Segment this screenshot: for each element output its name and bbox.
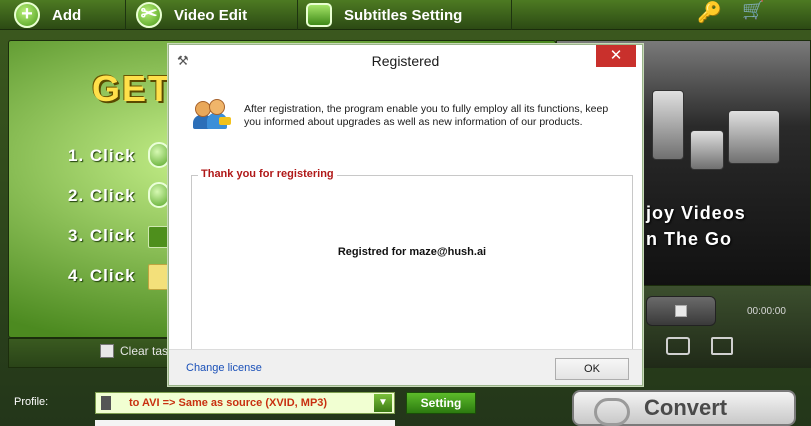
- output-field[interactable]: [95, 420, 395, 426]
- enjoy-line-2: n The Go: [646, 229, 732, 249]
- step-1-plus-icon: [148, 142, 170, 168]
- dialog-titlebar: ⚒ Registered ✕: [169, 45, 642, 77]
- clear-task-label: Clear tas: [120, 344, 169, 358]
- dialog-footer: Change license OK: [169, 349, 642, 385]
- device-image-2: [690, 130, 724, 170]
- enjoy-line-1: joy Videos: [646, 203, 746, 223]
- clear-icon: [100, 344, 114, 358]
- group-title: Thank you for registering: [198, 168, 337, 180]
- profile-label: Profile:: [14, 396, 49, 408]
- film-icon: [101, 396, 111, 410]
- step-3-label: 3. Click: [68, 226, 136, 245]
- add-label: Add: [52, 6, 82, 24]
- close-button[interactable]: ✕: [596, 45, 636, 67]
- dialog-body: After registration, the program enable y…: [177, 77, 634, 351]
- main-toolbar: + Add ✂ Video Edit Subtitles Setting 🔑 🛒: [0, 0, 811, 30]
- clear-task-button[interactable]: Clear tas: [100, 344, 168, 358]
- key-icon[interactable]: 🔑: [697, 0, 722, 24]
- step-1-label: 1. Click: [68, 146, 136, 165]
- registered-to-text: Registred for maze@hush.ai: [337, 246, 487, 258]
- stop-button[interactable]: [646, 296, 716, 326]
- enjoy-banner: joy Videos n The Go: [646, 200, 746, 252]
- ok-button[interactable]: OK: [555, 358, 629, 380]
- registration-group: Thank you for registering Registred for …: [191, 168, 633, 351]
- subtitles-label: Subtitles Setting: [344, 6, 463, 24]
- device-image-1: [652, 90, 684, 160]
- chevron-down-icon[interactable]: ▼: [374, 394, 392, 412]
- scissors-icon: ✂: [136, 2, 162, 28]
- subtitle-icon: [306, 3, 332, 27]
- convert-button[interactable]: Convert: [572, 390, 796, 426]
- step-2-label: 2. Click: [68, 186, 136, 205]
- subtitles-setting-button[interactable]: Subtitles Setting: [306, 0, 512, 30]
- users-key-icon: [193, 99, 231, 131]
- profile-select[interactable]: to AVI => Same as source (XVID, MP3) ▼: [95, 392, 395, 414]
- device-image-3: [728, 110, 780, 164]
- camera-icon[interactable]: [666, 337, 690, 355]
- convert-label: Convert: [644, 395, 728, 420]
- folder-icon[interactable]: [711, 337, 733, 355]
- setting-button[interactable]: Setting: [406, 392, 476, 414]
- profile-value: to AVI => Same as source (XVID, MP3): [129, 397, 328, 409]
- video-edit-label: Video Edit: [174, 6, 248, 24]
- registered-dialog: ⚒ Registered ✕ After registration, the p…: [168, 44, 643, 386]
- step-2-scissors-icon: [148, 182, 170, 208]
- change-license-link[interactable]: Change license: [186, 362, 262, 374]
- plus-icon: +: [14, 2, 40, 28]
- convert-icon: [594, 398, 630, 426]
- cart-icon[interactable]: 🛒: [742, 0, 770, 22]
- guide-title: GET: [92, 68, 173, 109]
- dialog-description: After registration, the program enable y…: [244, 103, 609, 128]
- add-button[interactable]: + Add: [14, 0, 126, 30]
- close-icon: ✕: [609, 47, 623, 64]
- step-4-label: 4. Click: [68, 266, 136, 285]
- stop-icon: [675, 305, 687, 317]
- time-readout: 00:00:00: [747, 306, 786, 317]
- video-edit-button[interactable]: ✂ Video Edit: [136, 0, 298, 30]
- dialog-title: Registered: [371, 53, 440, 69]
